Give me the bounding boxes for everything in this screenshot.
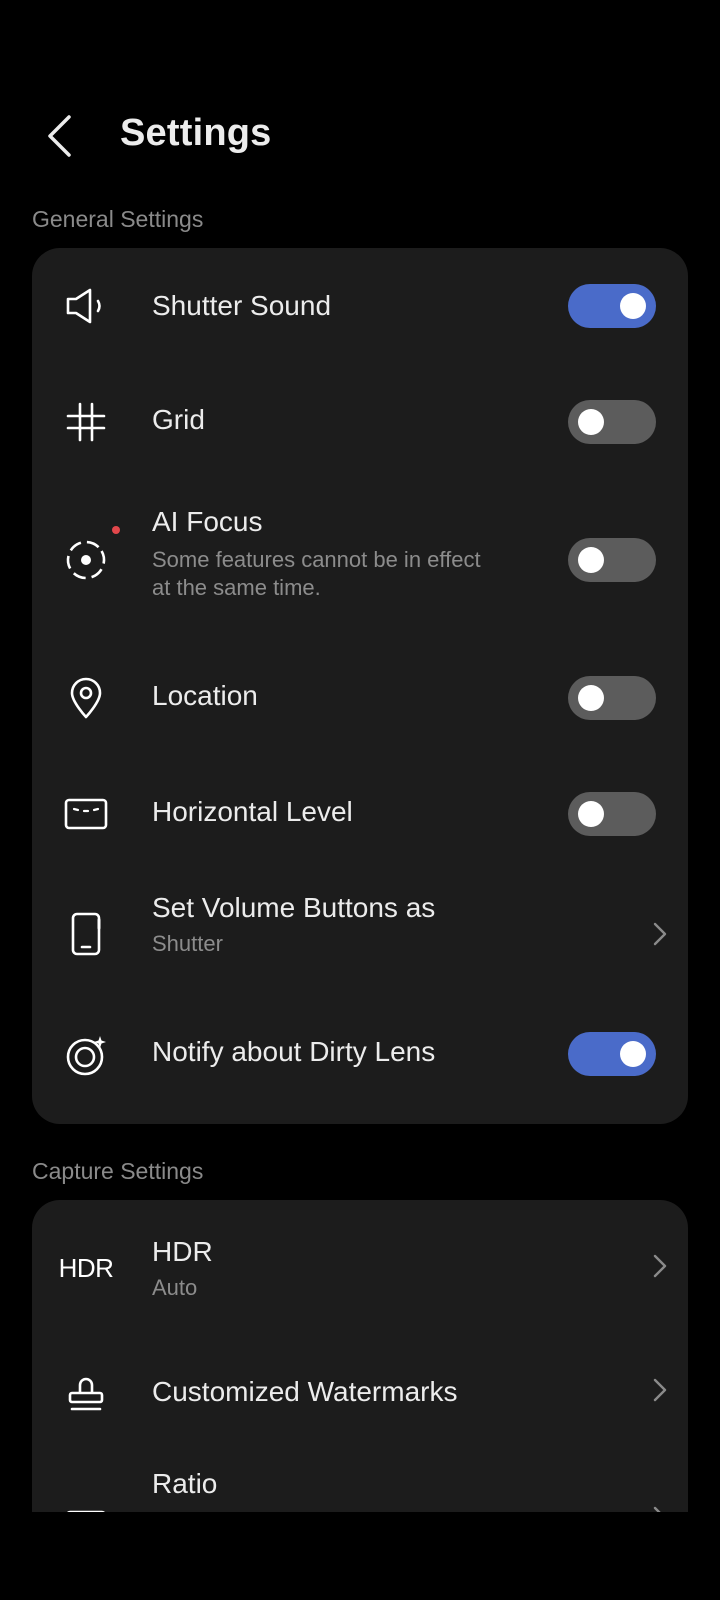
shutter-sound-toggle[interactable] <box>568 284 656 328</box>
row-hdr[interactable]: HDR HDR Auto <box>32 1200 688 1334</box>
row-grid[interactable]: Grid <box>32 364 688 480</box>
ai-focus-toggle[interactable] <box>568 538 656 582</box>
row-volume-buttons[interactable]: Set Volume Buttons as Shutter <box>32 872 688 996</box>
speaker-icon <box>54 274 118 338</box>
chevron-right-icon <box>648 1374 672 1406</box>
row-title: Location <box>152 680 258 711</box>
chevron-right-icon <box>648 1502 672 1512</box>
section-label-capture: Capture Settings <box>32 1158 204 1184</box>
phone-icon <box>54 902 118 966</box>
chevron-right-icon <box>648 1250 672 1282</box>
header: Settings <box>0 96 720 176</box>
row-title: HDR <box>152 1236 213 1267</box>
chevron-right-icon <box>648 918 672 950</box>
settings-screen: Settings General Settings Shutter Sound <box>0 0 720 1600</box>
row-ratio[interactable]: Ratio <box>32 1448 688 1512</box>
location-pin-icon <box>54 666 118 730</box>
row-title: Set Volume Buttons as <box>152 892 436 923</box>
back-button[interactable] <box>30 106 90 166</box>
dirty-lens-toggle[interactable] <box>568 1032 656 1076</box>
section-label-general: General Settings <box>32 206 204 232</box>
ratio-icon <box>54 1494 118 1512</box>
row-shutter-sound[interactable]: Shutter Sound <box>32 248 688 364</box>
row-dirty-lens[interactable]: Notify about Dirty Lens <box>32 996 688 1124</box>
ai-focus-icon <box>54 528 118 592</box>
row-title: Shutter Sound <box>152 290 332 321</box>
row-subtitle: Auto <box>152 1275 198 1300</box>
row-subtitle: Shutter <box>152 931 223 956</box>
row-location[interactable]: Location <box>32 640 688 756</box>
row-title: AI Focus <box>152 506 263 537</box>
row-title: Customized Watermarks <box>152 1376 458 1407</box>
row-title: Grid <box>152 404 205 435</box>
capture-settings-card: HDR HDR Auto Customized Watermarks Ratio <box>32 1200 688 1512</box>
grid-toggle[interactable] <box>568 400 656 444</box>
grid-icon <box>54 390 118 454</box>
row-ai-focus[interactable]: AI Focus Some features cannot be in effe… <box>32 480 688 640</box>
horizontal-level-icon <box>54 782 118 846</box>
row-title: Horizontal Level <box>152 796 353 827</box>
page-title: Settings <box>120 112 272 154</box>
row-subtitle-line2: at the same time. <box>152 575 321 600</box>
notification-dot <box>112 526 120 534</box>
row-title: Ratio <box>152 1468 218 1499</box>
lens-sparkle-icon <box>54 1024 118 1088</box>
row-subtitle-line1: Some features cannot be in effect <box>152 547 481 572</box>
row-title: Notify about Dirty Lens <box>152 1036 436 1067</box>
chevron-left-icon <box>48 115 71 157</box>
hdr-icon: HDR <box>58 1252 114 1283</box>
general-settings-card: Shutter Sound Grid AI Focus Some feature… <box>32 248 688 1124</box>
row-watermarks[interactable]: Customized Watermarks <box>32 1334 688 1448</box>
row-horizontal-level[interactable]: Horizontal Level <box>32 756 688 872</box>
stamp-icon <box>54 1360 118 1424</box>
horizontal-level-toggle[interactable] <box>568 792 656 836</box>
location-toggle[interactable] <box>568 676 656 720</box>
